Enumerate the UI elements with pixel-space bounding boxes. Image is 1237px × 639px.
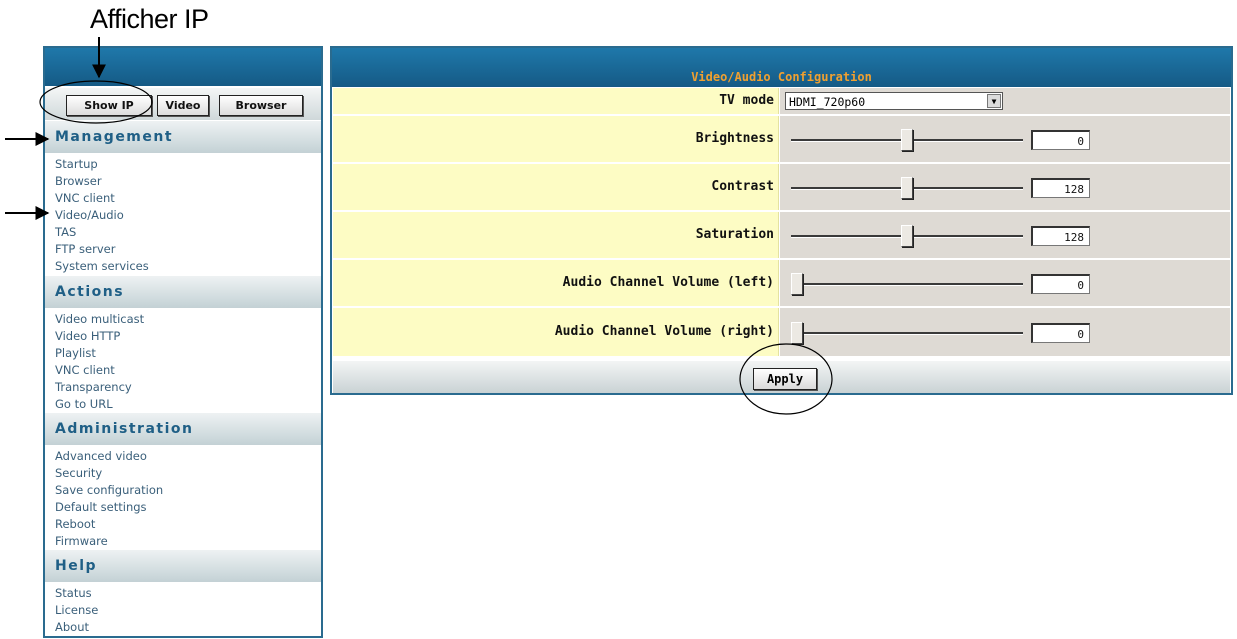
audio-right-label: Audio Channel Volume (right)	[333, 308, 779, 356]
brightness-row: Brightness 0	[332, 116, 1231, 162]
nav-go-to-url[interactable]: Go to URL	[55, 396, 144, 413]
nav-security[interactable]: Security	[55, 465, 163, 482]
audio-left-row: Audio Channel Volume (left) 0	[332, 260, 1231, 306]
audio-right-slider-thumb[interactable]	[791, 322, 803, 344]
audio-left-slider-thumb[interactable]	[791, 273, 803, 295]
nav-vnc-client[interactable]: VNC client	[55, 190, 149, 207]
nav-video-http[interactable]: Video HTTP	[55, 328, 144, 345]
contrast-value-field[interactable]: 128	[1031, 178, 1090, 198]
nav-reboot[interactable]: Reboot	[55, 516, 163, 533]
nav-advanced-video[interactable]: Advanced video	[55, 448, 163, 465]
sidebar: Show IP Video Browser Management Startup…	[43, 46, 323, 638]
audio-left-cell: 0	[780, 260, 1230, 306]
nav-transparency[interactable]: Transparency	[55, 379, 144, 396]
brightness-cell: 0	[780, 116, 1230, 162]
nav-default-settings[interactable]: Default settings	[55, 499, 163, 516]
nav-save-configuration[interactable]: Save configuration	[55, 482, 163, 499]
audio-left-slider-track[interactable]	[791, 283, 1023, 286]
management-links: Startup Browser VNC client Video/Audio T…	[55, 156, 149, 275]
nav-video-multicast[interactable]: Video multicast	[55, 311, 144, 328]
nav-firmware[interactable]: Firmware	[55, 533, 163, 550]
video-audio-panel: Video/Audio Configuration TV mode HDMI_7…	[330, 46, 1233, 395]
nav-video-audio[interactable]: Video/Audio	[55, 207, 149, 224]
apply-bar: Apply	[333, 361, 1230, 393]
tv-mode-row: TV mode HDMI_720p60 ▼	[332, 88, 1231, 114]
nav-vnc-client-action[interactable]: VNC client	[55, 362, 144, 379]
nav-status[interactable]: Status	[55, 585, 98, 602]
nav-tas[interactable]: TAS	[55, 224, 149, 241]
audio-right-row: Audio Channel Volume (right) 0	[332, 308, 1231, 356]
saturation-label: Saturation	[333, 212, 779, 258]
audio-right-slider-track[interactable]	[791, 332, 1023, 335]
contrast-slider-thumb[interactable]	[901, 177, 913, 199]
tv-mode-select[interactable]: HDMI_720p60 ▼	[785, 92, 1003, 110]
contrast-row: Contrast 128	[332, 164, 1231, 210]
contrast-label: Contrast	[333, 164, 779, 210]
saturation-slider-thumb[interactable]	[901, 225, 913, 247]
brightness-value-field[interactable]: 0	[1031, 130, 1090, 150]
administration-links: Advanced video Security Save configurati…	[55, 448, 163, 550]
audio-right-value-field[interactable]: 0	[1031, 323, 1090, 343]
nav-browser[interactable]: Browser	[55, 173, 149, 190]
saturation-cell: 128	[780, 212, 1230, 258]
audio-left-label: Audio Channel Volume (left)	[333, 260, 779, 306]
nav-ftp-server[interactable]: FTP server	[55, 241, 149, 258]
nav-startup[interactable]: Startup	[55, 156, 149, 173]
audio-right-cell: 0	[780, 308, 1230, 356]
tv-mode-label: TV mode	[333, 88, 779, 114]
section-help: Help	[45, 550, 321, 582]
annotation-title: Afficher IP	[90, 4, 209, 34]
nav-system-services[interactable]: System services	[55, 258, 149, 275]
sidebar-header	[45, 48, 321, 86]
actions-links: Video multicast Video HTTP Playlist VNC …	[55, 311, 144, 413]
browser-button[interactable]: Browser	[219, 95, 303, 116]
section-management: Management	[45, 121, 321, 153]
contrast-cell: 128	[780, 164, 1230, 210]
chevron-down-icon[interactable]: ▼	[987, 94, 1001, 108]
nav-license[interactable]: License	[55, 602, 98, 619]
tv-mode-value: HDMI_720p60	[789, 95, 866, 109]
section-administration: Administration	[45, 413, 321, 445]
nav-about[interactable]: About	[55, 619, 98, 636]
panel-title: Video/Audio Configuration	[691, 70, 872, 84]
tv-mode-cell: HDMI_720p60 ▼	[780, 88, 1230, 114]
saturation-row: Saturation 128	[332, 212, 1231, 258]
brightness-slider-thumb[interactable]	[901, 129, 913, 151]
nav-playlist[interactable]: Playlist	[55, 345, 144, 362]
section-actions: Actions	[45, 276, 321, 308]
video-button[interactable]: Video	[157, 95, 209, 116]
help-links: Status License About	[55, 585, 98, 636]
saturation-value-field[interactable]: 128	[1031, 226, 1090, 246]
brightness-label: Brightness	[333, 116, 779, 162]
apply-button[interactable]: Apply	[753, 368, 817, 390]
audio-left-value-field[interactable]: 0	[1031, 274, 1090, 294]
show-ip-button[interactable]: Show IP	[66, 95, 152, 116]
